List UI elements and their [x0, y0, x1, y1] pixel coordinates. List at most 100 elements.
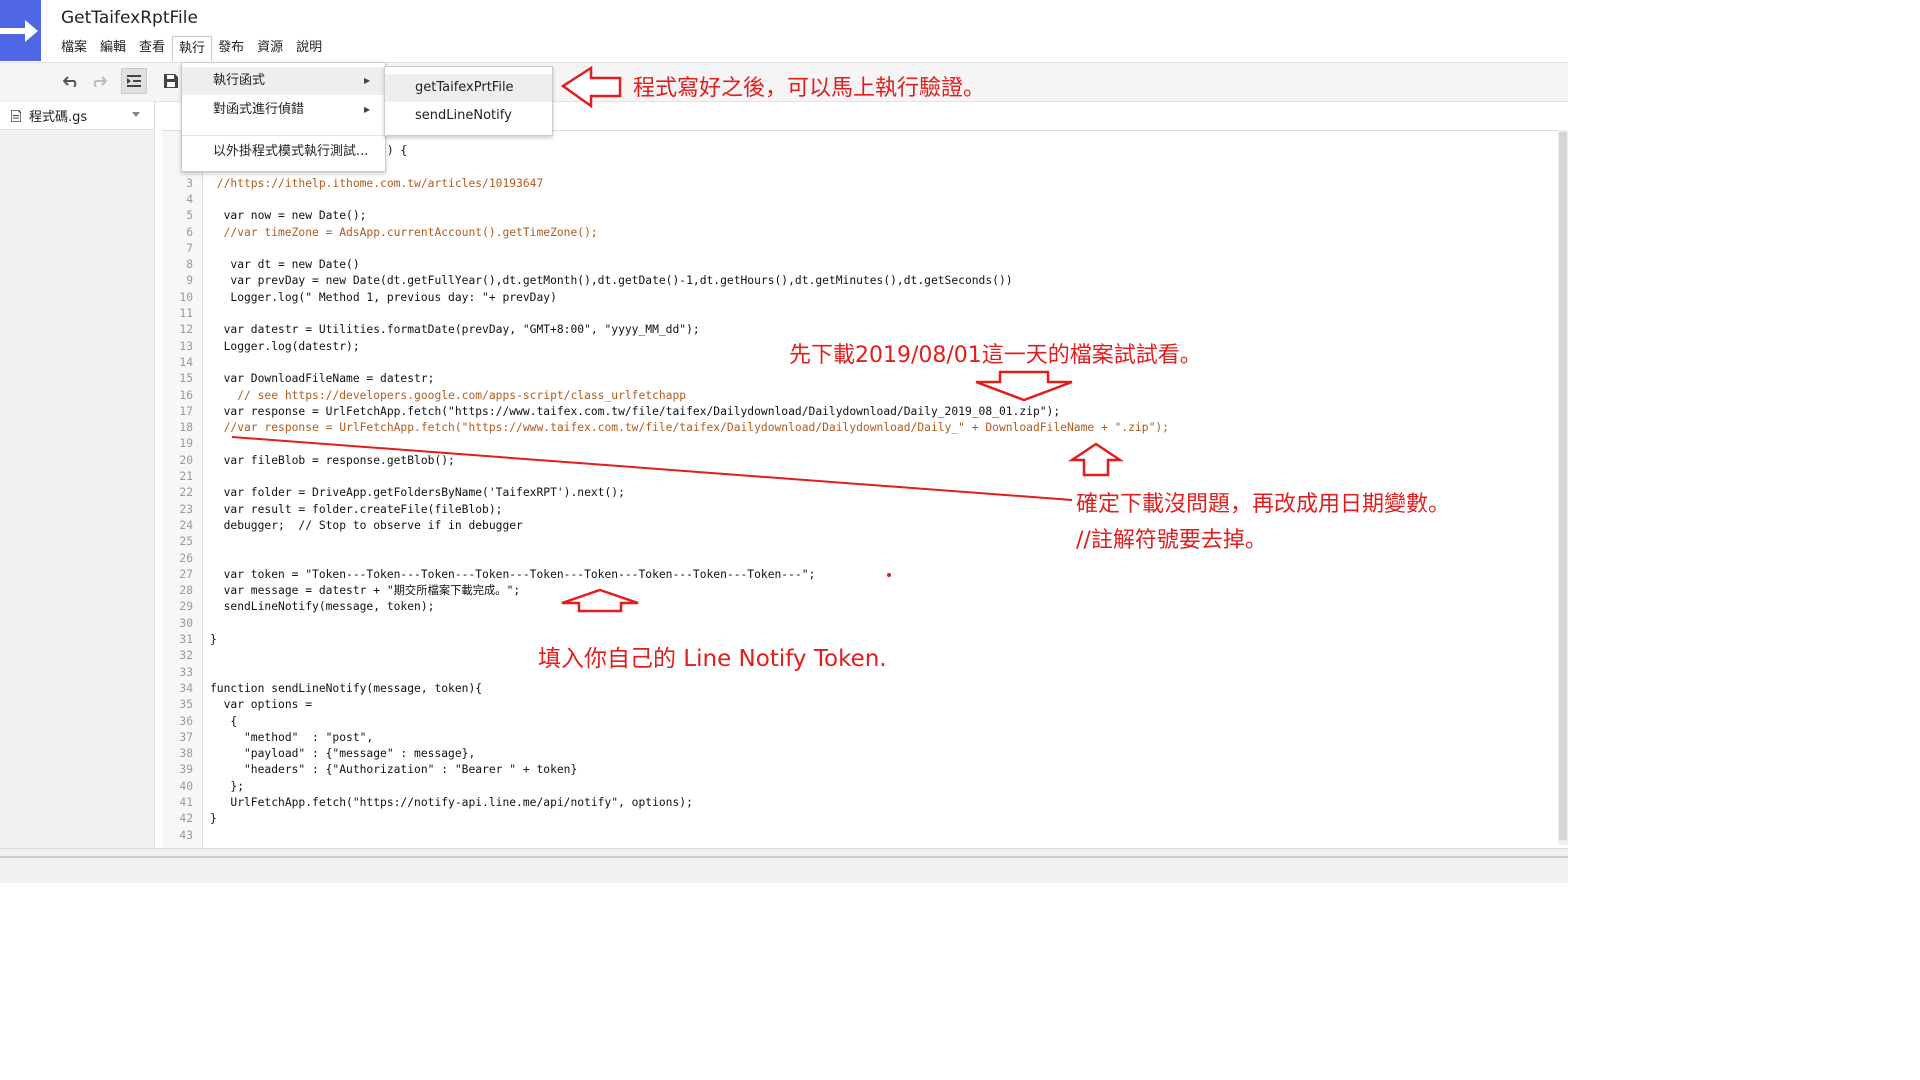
code-line[interactable]: 4 — [162, 192, 1552, 208]
line-number: 12 — [179, 323, 193, 337]
menu-resources[interactable]: 資源 — [257, 36, 290, 60]
file-tab[interactable]: 程式碼.gs — [0, 102, 154, 130]
code-line[interactable]: 17 var response = UrlFetchApp.fetch("htt… — [162, 404, 1552, 420]
indent-button[interactable] — [121, 68, 147, 94]
code-line[interactable]: 21 — [162, 469, 1552, 485]
menu-run[interactable]: 執行 — [172, 36, 213, 61]
code-line[interactable]: 28 var message = datestr + "期交所檔案下載完成。"; — [162, 583, 1552, 599]
code-text: } — [210, 812, 217, 826]
menu-view[interactable]: 查看 — [139, 36, 172, 60]
code-line[interactable]: 9 var prevDay = new Date(dt.getFullYear(… — [162, 273, 1552, 289]
apps-script-logo[interactable] — [0, 0, 41, 61]
menu-item-label: 執行函式 — [213, 73, 266, 88]
code-line[interactable]: 35 var options = — [162, 697, 1552, 713]
document-icon — [11, 109, 21, 122]
line-number: 18 — [179, 421, 193, 435]
annotation-change-note-2: //註解符號要去掉。 — [1076, 528, 1267, 553]
menu-item-run-function[interactable]: 執行函式 ▶ — [182, 67, 385, 95]
code-line[interactable]: 8 var dt = new Date() — [162, 257, 1552, 273]
line-number: 26 — [179, 551, 193, 565]
code-line[interactable]: 10 Logger.log(" Method 1, previous day: … — [162, 290, 1552, 306]
code-line[interactable]: 27 var token = "Token---Token---Token---… — [162, 567, 1552, 583]
code-line[interactable]: 36 { — [162, 714, 1552, 730]
code-line[interactable]: 24 debugger; // Stop to observe if in de… — [162, 518, 1552, 534]
code-line[interactable]: 19 — [162, 436, 1552, 452]
line-number: 11 — [179, 307, 193, 320]
code-line[interactable]: 29 sendLineNotify(message, token); — [162, 599, 1552, 615]
menu-publish[interactable]: 發布 — [218, 36, 251, 60]
menu-item-label: 對函式進行偵錯 — [213, 102, 305, 117]
code-line[interactable]: 37 "method" : "post", — [162, 730, 1552, 746]
undo-button[interactable] — [58, 68, 84, 94]
line-number: 4 — [186, 192, 193, 206]
annotation-change-note-1: 確定下載沒問題，再改成用日期變數。 — [1076, 492, 1451, 517]
code-text: Logger.log(" Method 1, previous day: "+ … — [210, 290, 557, 304]
code-line[interactable]: 16 // see https://developers.google.com/… — [162, 388, 1552, 404]
line-number: 9 — [186, 274, 193, 288]
line-number: 37 — [179, 730, 193, 744]
vertical-scrollbar[interactable] — [1558, 130, 1568, 845]
code-text: //var timeZone = AdsApp.currentAccount()… — [210, 225, 598, 239]
code-line[interactable]: 42} — [162, 811, 1552, 827]
menu-edit[interactable]: 編輯 — [100, 36, 133, 60]
code-line[interactable]: 30 — [162, 616, 1552, 632]
line-number: 17 — [179, 404, 193, 418]
code-text: "method" : "post", — [210, 730, 374, 744]
code-text: Logger.log(datestr); — [210, 339, 360, 353]
code-text: "payload" : {"message" : message}, — [210, 747, 476, 761]
code-line[interactable]: 20 var fileBlob = response.getBlob(); — [162, 453, 1552, 469]
code-line[interactable]: 12 var datestr = Utilities.formatDate(pr… — [162, 322, 1552, 338]
submenu-item-label: sendLineNotify — [415, 108, 512, 123]
line-number: 33 — [179, 665, 193, 679]
code-line[interactable]: 5 var now = new Date(); — [162, 208, 1552, 224]
bottom-bar — [0, 848, 1568, 883]
line-number: 29 — [179, 600, 193, 614]
submenu-item-getTaifexPrtFile[interactable]: getTaifexPrtFile — [385, 74, 552, 102]
horizontal-scrollbar[interactable] — [0, 856, 1568, 858]
menu-file[interactable]: 檔案 — [61, 36, 94, 60]
line-number: 31 — [179, 633, 193, 646]
line-number: 7 — [186, 241, 193, 255]
code-text: var prevDay = new Date(dt.getFullYear(),… — [210, 274, 1013, 288]
code-line[interactable]: 38 "payload" : {"message" : message}, — [162, 746, 1552, 762]
code-line[interactable]: 25 — [162, 534, 1552, 550]
code-line[interactable]: 40 }; — [162, 779, 1552, 795]
undo-icon — [63, 76, 77, 87]
code-text: // see https://developers.google.com/app… — [210, 388, 687, 402]
code-text: }; — [210, 779, 245, 793]
code-line[interactable]: 41 UrlFetchApp.fetch("https://notify-api… — [162, 795, 1552, 811]
code-text: { — [210, 714, 238, 728]
submenu-item-label: getTaifexPrtFile — [415, 80, 514, 95]
code-line[interactable]: 43 — [162, 828, 1552, 844]
line-number: 42 — [179, 812, 193, 826]
project-title[interactable]: GetTaifexRptFile — [61, 8, 198, 28]
line-number: 21 — [179, 470, 193, 483]
line-number: 8 — [186, 258, 193, 272]
code-line[interactable]: 6 //var timeZone = AdsApp.currentAccount… — [162, 225, 1552, 241]
code-line[interactable]: 15 var DownloadFileName = datestr; — [162, 371, 1552, 387]
code-line[interactable]: 3 //https://ithelp.ithome.com.tw/article… — [162, 176, 1552, 192]
code-line[interactable]: 18 //var response = UrlFetchApp.fetch("h… — [162, 420, 1552, 436]
code-line[interactable]: 7 — [162, 241, 1552, 257]
submenu-item-sendLineNotify[interactable]: sendLineNotify — [385, 102, 552, 130]
menu-help[interactable]: 說明 — [296, 36, 329, 60]
scrollbar-thumb[interactable] — [1559, 132, 1567, 840]
line-number: 23 — [179, 502, 193, 516]
line-number: 19 — [179, 437, 193, 451]
code-line[interactable]: 11 — [162, 306, 1552, 322]
code-line[interactable]: 34 function sendLineNotify(message, token… — [162, 681, 1552, 697]
menu-item-debug-function[interactable]: 對函式進行偵錯 ▶ — [182, 96, 385, 124]
code-text: var now = new Date(); — [210, 209, 367, 223]
menu-item-test-as-addon[interactable]: 以外掛程式模式執行測試... — [182, 138, 385, 166]
code-line[interactable]: 39 "headers" : {"Authorization" : "Beare… — [162, 762, 1552, 778]
line-number: 15 — [179, 372, 193, 386]
line-number: 25 — [179, 535, 193, 549]
file-name: 程式碼.gs — [29, 110, 88, 125]
run-function-submenu: getTaifexPrtFile sendLineNotify — [384, 66, 553, 136]
chevron-down-icon[interactable] — [132, 112, 140, 117]
code-text: var fileBlob = response.getBlob(); — [210, 453, 455, 467]
code-line[interactable]: 26 — [162, 551, 1552, 567]
annotation-run-note: 程式寫好之後，可以馬上執行驗證。 — [633, 76, 986, 101]
code-text: var dt = new Date() — [210, 258, 360, 272]
redo-button[interactable] — [86, 68, 112, 94]
